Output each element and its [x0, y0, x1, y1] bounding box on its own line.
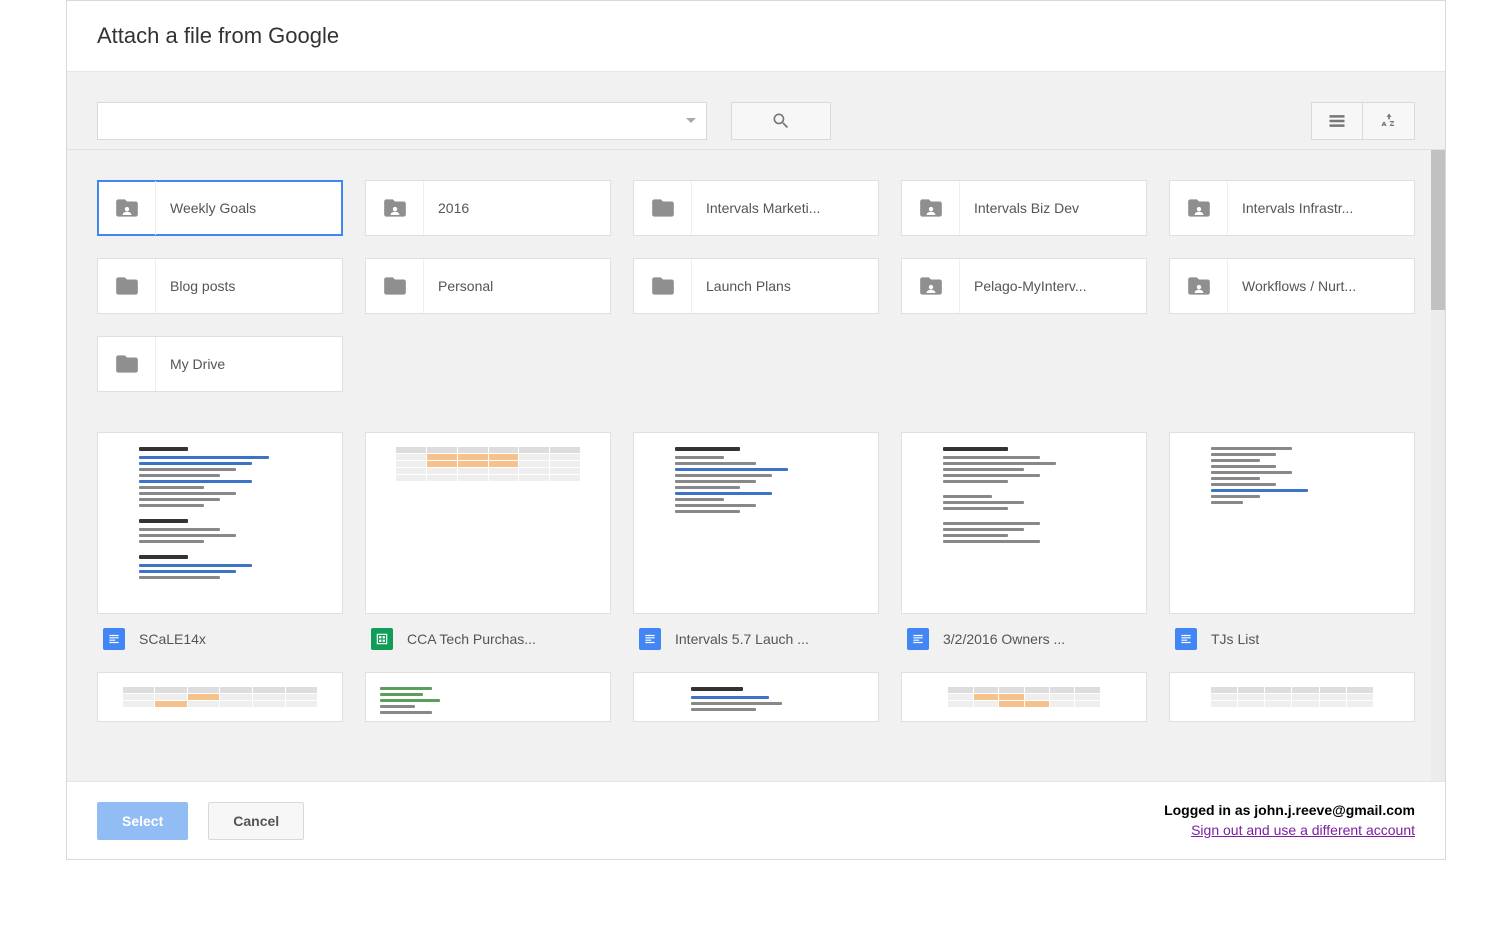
docs-icon [907, 628, 929, 650]
file-item[interactable] [1169, 672, 1415, 722]
file-name: TJs List [1211, 631, 1259, 647]
file-item[interactable]: 3/2/2016 Owners ... [901, 432, 1147, 650]
list-view-button[interactable] [1311, 102, 1363, 140]
folder-icon [634, 259, 692, 313]
shared-folder-icon [1170, 259, 1228, 313]
docs-icon [639, 628, 661, 650]
file-grid-overflow [97, 672, 1429, 722]
folder-item[interactable]: Personal [365, 258, 611, 314]
folder-label: Pelago-MyInterv... [960, 278, 1146, 294]
search-icon [771, 111, 791, 131]
dialog-title: Attach a file from Google [97, 23, 1415, 49]
file-grid: SCaLE14x CCA Tech Purchas... Intervals 5.7… [97, 432, 1429, 650]
toolbar [67, 72, 1445, 150]
file-thumbnail [901, 432, 1147, 614]
folder-icon [98, 259, 156, 313]
folder-label: Launch Plans [692, 278, 878, 294]
content-area[interactable]: Weekly Goals 2016 Intervals Marketi... Inte… [67, 150, 1445, 781]
shared-folder-icon [1170, 181, 1228, 235]
sign-out-link[interactable]: Sign out and use a different account [1191, 822, 1415, 838]
dialog-header: Attach a file from Google [67, 1, 1445, 72]
shared-folder-icon [902, 181, 960, 235]
file-item[interactable] [901, 672, 1147, 722]
folder-item[interactable]: Pelago-MyInterv... [901, 258, 1147, 314]
file-name: 3/2/2016 Owners ... [943, 631, 1065, 647]
folder-icon [366, 259, 424, 313]
file-item[interactable] [633, 672, 879, 722]
folder-item[interactable]: Weekly Goals [97, 180, 343, 236]
file-thumbnail [365, 432, 611, 614]
search-button[interactable] [731, 102, 831, 140]
file-name: CCA Tech Purchas... [407, 631, 536, 647]
sheets-icon [371, 628, 393, 650]
file-item[interactable]: SCaLE14x [97, 432, 343, 650]
sort-az-icon [1379, 111, 1399, 131]
folder-icon [634, 181, 692, 235]
folder-label: Intervals Infrastr... [1228, 200, 1414, 216]
list-icon [1327, 111, 1347, 131]
shared-folder-icon [366, 181, 424, 235]
dropdown-caret-icon[interactable] [686, 118, 696, 123]
folder-item[interactable]: Intervals Biz Dev [901, 180, 1147, 236]
shared-folder-icon [902, 259, 960, 313]
folder-item[interactable]: Blog posts [97, 258, 343, 314]
folder-label: Intervals Marketi... [692, 200, 878, 216]
folder-label: My Drive [156, 356, 342, 372]
file-thumbnail [633, 432, 879, 614]
file-meta: TJs List [1169, 614, 1415, 650]
folder-item[interactable]: Intervals Marketi... [633, 180, 879, 236]
folder-grid: Weekly Goals 2016 Intervals Marketi... Inte… [97, 180, 1429, 392]
file-meta: 3/2/2016 Owners ... [901, 614, 1147, 650]
folder-label: Workflows / Nurt... [1228, 278, 1414, 294]
dialog-footer: Select Cancel Logged in as john.j.reeve@… [67, 781, 1445, 859]
file-meta: CCA Tech Purchas... [365, 614, 611, 650]
account-info: Logged in as john.j.reeve@gmail.com Sign… [1164, 801, 1415, 840]
file-name: SCaLE14x [139, 631, 206, 647]
file-thumbnail [1169, 432, 1415, 614]
file-name: Intervals 5.7 Lauch ... [675, 631, 809, 647]
file-item[interactable]: Intervals 5.7 Lauch ... [633, 432, 879, 650]
folder-item[interactable]: 2016 [365, 180, 611, 236]
select-button[interactable]: Select [97, 802, 188, 840]
folder-item[interactable]: Launch Plans [633, 258, 879, 314]
file-meta: Intervals 5.7 Lauch ... [633, 614, 879, 650]
folder-item[interactable]: My Drive [97, 336, 343, 392]
file-picker-dialog: Attach a file from Google Weekly Goals 20… [66, 0, 1446, 860]
docs-icon [103, 628, 125, 650]
folder-label: Weekly Goals [156, 200, 342, 216]
folder-item[interactable]: Intervals Infrastr... [1169, 180, 1415, 236]
view-toggle [1311, 102, 1415, 140]
scrollbar-thumb[interactable] [1431, 150, 1445, 310]
search-input[interactable] [108, 103, 686, 139]
sort-az-button[interactable] [1363, 102, 1415, 140]
docs-icon [1175, 628, 1197, 650]
folder-label: Personal [424, 278, 610, 294]
shared-folder-icon [98, 181, 156, 235]
file-meta: SCaLE14x [97, 614, 343, 650]
file-item[interactable] [365, 672, 611, 722]
logged-in-label: Logged in as john.j.reeve@gmail.com [1164, 801, 1415, 821]
folder-item[interactable]: Workflows / Nurt... [1169, 258, 1415, 314]
folder-label: Blog posts [156, 278, 342, 294]
search-box[interactable] [97, 102, 707, 140]
file-item[interactable] [97, 672, 343, 722]
file-item[interactable]: TJs List [1169, 432, 1415, 650]
folder-icon [98, 337, 156, 391]
folder-label: Intervals Biz Dev [960, 200, 1146, 216]
file-thumbnail [97, 432, 343, 614]
cancel-button[interactable]: Cancel [208, 802, 304, 840]
file-item[interactable]: CCA Tech Purchas... [365, 432, 611, 650]
folder-label: 2016 [424, 200, 610, 216]
scrollbar-track[interactable] [1431, 150, 1445, 781]
